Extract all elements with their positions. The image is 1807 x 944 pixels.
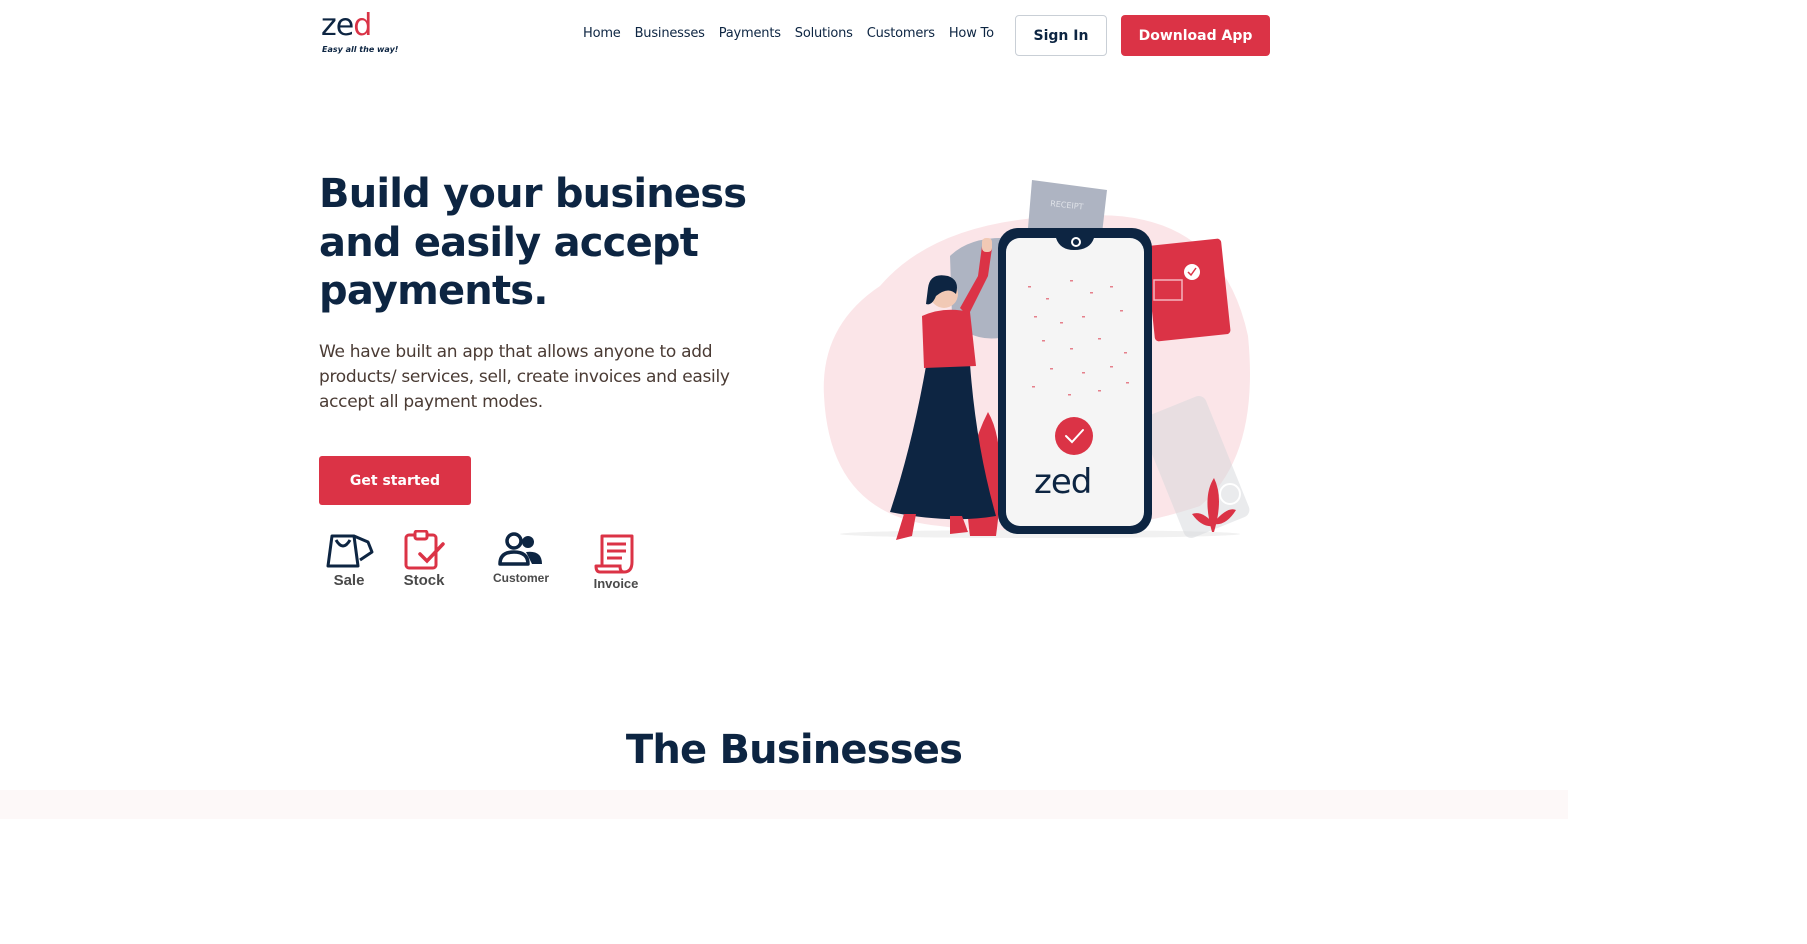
feature-stock: Stock bbox=[402, 530, 446, 589]
logo-tagline: Easy all the way! bbox=[322, 45, 399, 54]
svg-text:zed: zed bbox=[1034, 462, 1091, 502]
clipboard-check-icon bbox=[404, 530, 445, 570]
shopping-bag-icon bbox=[326, 534, 374, 568]
sign-in-button[interactable]: Sign In bbox=[1015, 15, 1107, 56]
main-nav: Home Businesses Payments Solutions Custo… bbox=[583, 26, 1008, 41]
zed-logo[interactable]: zed Easy all the way! bbox=[321, 8, 398, 58]
get-started-button[interactable]: Get started bbox=[319, 456, 471, 505]
site-header: zed Easy all the way! Home Businesses Pa… bbox=[0, 0, 1568, 70]
nav-businesses[interactable]: Businesses bbox=[635, 26, 705, 41]
receipt-icon bbox=[594, 534, 634, 574]
hero-subtitle: We have built an app that allows anyone … bbox=[319, 342, 730, 412]
hero-illustration: RECEIPT zed bbox=[823, 180, 1250, 540]
nav-how-to[interactable]: How To bbox=[949, 26, 994, 41]
feature-sale-label: Sale bbox=[333, 572, 365, 589]
feature-customer: Customer bbox=[490, 532, 552, 585]
nav-home[interactable]: Home bbox=[583, 26, 621, 41]
nav-customers[interactable]: Customers bbox=[867, 26, 935, 41]
businesses-section-title: The Businesses bbox=[625, 727, 963, 773]
hero-title: Build your business and easily accept pa… bbox=[319, 171, 747, 314]
feature-sale: Sale bbox=[324, 530, 374, 589]
nav-payments[interactable]: Payments bbox=[719, 26, 781, 41]
feature-invoice-label: Invoice bbox=[593, 576, 639, 591]
download-app-button[interactable]: Download App bbox=[1121, 15, 1270, 56]
feature-customer-label: Customer bbox=[492, 571, 549, 585]
logo-wordmark: zed bbox=[321, 8, 372, 43]
red-card-graphic bbox=[1145, 238, 1231, 342]
feature-invoice: Invoice bbox=[592, 532, 640, 591]
businesses-section-background bbox=[0, 790, 1568, 819]
phone-graphic: zed bbox=[998, 228, 1152, 534]
nav-solutions[interactable]: Solutions bbox=[795, 26, 853, 41]
feature-stock-label: Stock bbox=[403, 572, 445, 589]
users-icon bbox=[498, 532, 542, 566]
